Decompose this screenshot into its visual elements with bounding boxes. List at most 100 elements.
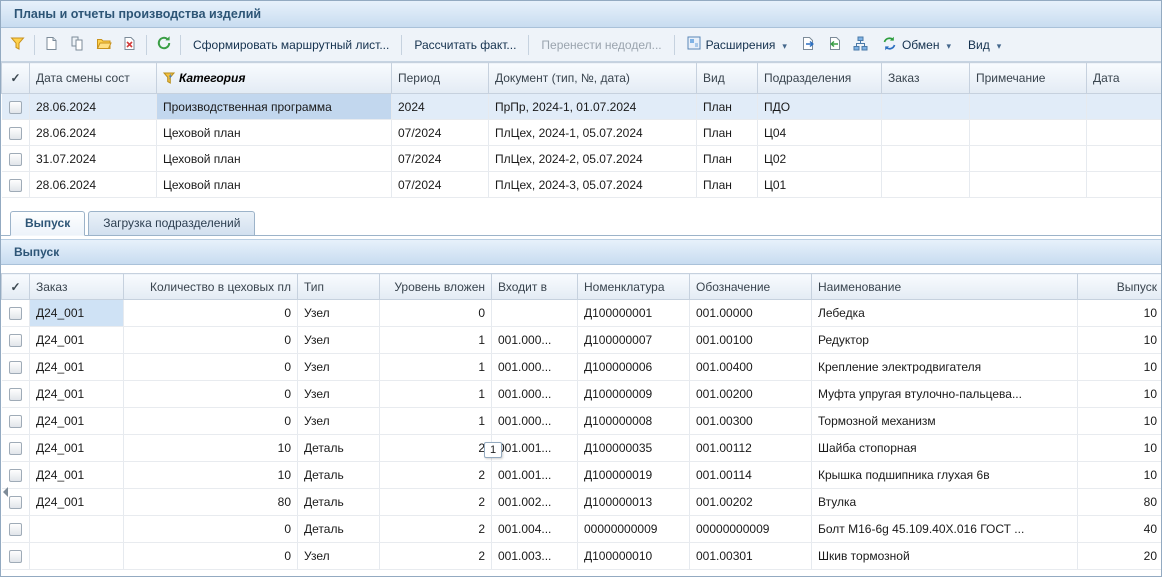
table-cell[interactable]: Ц01 xyxy=(758,172,882,198)
table-cell[interactable]: 001.00100 xyxy=(690,327,812,354)
table-cell[interactable]: 001.000... xyxy=(492,354,578,381)
table-cell[interactable]: 07/2024 xyxy=(392,120,489,146)
table-cell[interactable]: 001.00200 xyxy=(690,381,812,408)
table-cell[interactable]: 10 xyxy=(1078,381,1162,408)
column-header[interactable]: Обозначение xyxy=(690,274,812,300)
table-cell[interactable]: Д24_001 xyxy=(30,354,124,381)
column-header[interactable]: Заказ xyxy=(30,274,124,300)
table-cell[interactable] xyxy=(30,516,124,543)
table-cell[interactable]: Втулка xyxy=(812,489,1078,516)
open-button[interactable] xyxy=(91,33,116,57)
row-checkbox[interactable] xyxy=(9,334,22,347)
table-cell[interactable]: 0 xyxy=(124,543,298,570)
table-cell[interactable]: 001.00300 xyxy=(690,408,812,435)
row-checkbox[interactable] xyxy=(9,307,22,320)
table-cell[interactable]: 00000000009 xyxy=(578,516,690,543)
table-cell[interactable]: 1 xyxy=(380,354,492,381)
table-cell[interactable] xyxy=(882,94,970,120)
row-select-cell[interactable] xyxy=(2,172,30,198)
table-cell[interactable]: Д100000008 xyxy=(578,408,690,435)
table-cell[interactable]: Д24_001 xyxy=(30,435,124,462)
table-cell[interactable]: Узел xyxy=(298,408,380,435)
table-cell[interactable]: 0 xyxy=(124,354,298,381)
column-header[interactable]: Уровень вложен xyxy=(380,274,492,300)
row-checkbox[interactable] xyxy=(9,388,22,401)
table-cell[interactable] xyxy=(1087,172,1162,198)
table-cell[interactable]: 0 xyxy=(124,327,298,354)
column-header[interactable]: Вид xyxy=(697,63,758,94)
table-cell[interactable]: 2 xyxy=(380,543,492,570)
table-cell[interactable]: Д100000013 xyxy=(578,489,690,516)
table-cell[interactable] xyxy=(970,94,1087,120)
row-select-cell[interactable] xyxy=(2,408,30,435)
structure-button[interactable] xyxy=(848,33,873,57)
tab-vypusk[interactable]: Выпуск xyxy=(10,211,85,236)
output-row[interactable]: 0Узел2001.003...Д100000010001.00301Шкив … xyxy=(2,543,1162,570)
output-row[interactable]: Д24_0010Узел0Д100000001001.00000Лебедка1… xyxy=(2,300,1162,327)
row-select-cell[interactable] xyxy=(2,381,30,408)
table-cell[interactable]: Цеховой план xyxy=(157,120,392,146)
table-cell[interactable]: 10 xyxy=(1078,435,1162,462)
table-cell[interactable]: 001.00000 xyxy=(690,300,812,327)
row-select-cell[interactable] xyxy=(2,435,30,462)
row-checkbox[interactable] xyxy=(9,469,22,482)
table-cell[interactable]: 00000000009 xyxy=(690,516,812,543)
view-button[interactable]: Вид xyxy=(961,34,1008,56)
table-cell[interactable]: Производственная программа xyxy=(157,94,392,120)
table-cell[interactable]: 001.00114 xyxy=(690,462,812,489)
table-cell[interactable]: Д24_001 xyxy=(30,408,124,435)
row-select-cell[interactable] xyxy=(2,354,30,381)
table-cell[interactable]: Цеховой план xyxy=(157,146,392,172)
table-cell[interactable]: ПлЦех, 2024-1, 05.07.2024 xyxy=(489,120,697,146)
table-cell[interactable]: Тормозной механизм xyxy=(812,408,1078,435)
plan-row[interactable]: 28.06.2024Цеховой план07/2024ПлЦех, 2024… xyxy=(2,172,1162,198)
calc-fact-button[interactable]: Рассчитать факт... xyxy=(407,34,523,56)
table-cell[interactable]: Д24_001 xyxy=(30,300,124,327)
row-select-cell[interactable] xyxy=(2,94,30,120)
table-cell[interactable]: Д100000001 xyxy=(578,300,690,327)
table-cell[interactable]: 31.07.2024 xyxy=(30,146,157,172)
row-checkbox[interactable] xyxy=(9,101,22,114)
table-cell[interactable]: Шкив тормозной xyxy=(812,543,1078,570)
table-cell[interactable]: 07/2024 xyxy=(392,146,489,172)
table-cell[interactable]: Узел xyxy=(298,543,380,570)
table-cell[interactable]: 2 xyxy=(380,435,492,462)
table-cell[interactable]: 2024 xyxy=(392,94,489,120)
tab-zagruzka-podrazdeleniy[interactable]: Загрузка подразделений xyxy=(88,211,255,235)
table-cell[interactable]: Узел xyxy=(298,381,380,408)
table-cell[interactable]: 28.06.2024 xyxy=(30,94,157,120)
column-header[interactable]: Входит в xyxy=(492,274,578,300)
table-cell[interactable] xyxy=(1087,120,1162,146)
table-cell[interactable] xyxy=(492,300,578,327)
table-cell[interactable] xyxy=(1087,146,1162,172)
table-cell[interactable]: 2 xyxy=(380,489,492,516)
table-cell[interactable]: 10 xyxy=(1078,462,1162,489)
table-cell[interactable]: 10 xyxy=(1078,300,1162,327)
row-checkbox[interactable] xyxy=(9,442,22,455)
table-cell[interactable]: 28.06.2024 xyxy=(30,120,157,146)
table-cell[interactable]: Деталь xyxy=(298,489,380,516)
table-cell[interactable]: 0 xyxy=(124,516,298,543)
table-cell[interactable]: 80 xyxy=(124,489,298,516)
row-checkbox[interactable] xyxy=(9,361,22,374)
table-cell[interactable]: Д100000010 xyxy=(578,543,690,570)
table-cell[interactable]: 07/2024 xyxy=(392,172,489,198)
table-cell[interactable]: Д24_001 xyxy=(30,462,124,489)
table-cell[interactable]: План xyxy=(697,94,758,120)
check-column-header[interactable]: ✓ xyxy=(2,274,30,300)
table-cell[interactable]: Д100000007 xyxy=(578,327,690,354)
table-cell[interactable]: Д24_001 xyxy=(30,381,124,408)
table-cell[interactable]: План xyxy=(697,172,758,198)
table-cell[interactable]: Узел xyxy=(298,327,380,354)
row-select-cell[interactable] xyxy=(2,300,30,327)
table-cell[interactable] xyxy=(970,146,1087,172)
copy-button[interactable] xyxy=(65,33,90,57)
output-row[interactable]: Д24_00110Деталь2001.001...Д100000019001.… xyxy=(2,462,1162,489)
table-cell[interactable] xyxy=(882,120,970,146)
row-checkbox[interactable] xyxy=(9,127,22,140)
table-cell[interactable]: 0 xyxy=(124,408,298,435)
table-cell[interactable]: Ц04 xyxy=(758,120,882,146)
column-header[interactable]: Период xyxy=(392,63,489,94)
table-cell[interactable]: 001.001... xyxy=(492,435,578,462)
table-cell[interactable]: 2 xyxy=(380,462,492,489)
